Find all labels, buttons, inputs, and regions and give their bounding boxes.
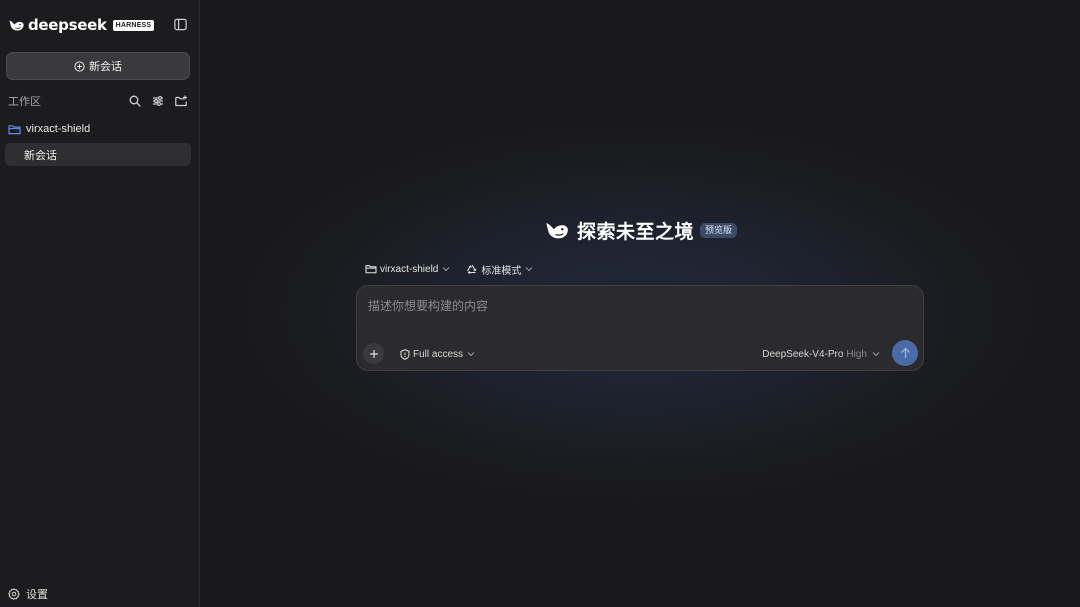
sidebar-item-chat[interactable]: 新会话 <box>5 143 191 166</box>
plus-circle-icon <box>74 60 85 72</box>
sidebar-item-project[interactable]: virxact-shield <box>8 120 90 138</box>
model-selector[interactable]: DeepSeek-V4-Pro High <box>762 347 880 361</box>
brand-badge: HARNESS <box>112 19 155 31</box>
project-name: virxact-shield <box>26 123 91 135</box>
recycle-mode-icon <box>467 264 477 274</box>
context-selector-row: virxact-shield 标准模式 <box>365 261 549 277</box>
workspace-header: 工作区 <box>8 92 188 110</box>
main-area: 探索未至之境 预览版 virxact-shield 标准模式 描述你想要构建的内… <box>201 0 1080 607</box>
hero-heading: 探索未至之境 预览版 <box>544 217 738 243</box>
gear-icon <box>8 588 20 600</box>
access-level-selector[interactable]: Full access <box>400 347 475 361</box>
settings-label: 设置 <box>26 589 48 601</box>
chat-item-label: 新会话 <box>24 149 57 162</box>
search-icon[interactable] <box>128 94 142 108</box>
preview-badge: 预览版 <box>700 222 738 238</box>
model-effort: High <box>846 348 867 360</box>
attach-button[interactable] <box>363 343 384 364</box>
settings-button[interactable]: 设置 <box>8 585 48 603</box>
whale-logo-icon <box>9 20 24 31</box>
plus-icon <box>369 349 378 358</box>
sidebar: deepseek HARNESS 新会话 工作区 virxact-shield … <box>0 0 200 607</box>
send-button[interactable] <box>892 340 918 366</box>
chevron-down-icon <box>525 267 533 272</box>
new-chat-button[interactable]: 新会话 <box>6 52 190 80</box>
chevron-down-icon <box>442 267 450 272</box>
chevron-down-icon <box>872 352 880 357</box>
brand-logo: deepseek HARNESS <box>8 14 155 36</box>
access-level-label: Full access <box>413 348 464 360</box>
mode-selector[interactable]: 标准模式 <box>466 262 533 277</box>
filter-settings-icon[interactable] <box>151 94 165 108</box>
project-selector-label: virxact-shield <box>380 263 439 275</box>
whale-logo-icon <box>546 223 568 239</box>
arrow-up-icon <box>900 347 910 358</box>
folder-icon <box>8 124 21 134</box>
folder-icon <box>365 265 377 274</box>
mode-selector-label: 标准模式 <box>481 265 522 277</box>
shield-icon <box>400 348 410 360</box>
brand-name: deepseek <box>28 16 107 34</box>
prompt-input[interactable] <box>368 296 908 316</box>
new-folder-icon[interactable] <box>174 94 188 108</box>
project-selector[interactable]: virxact-shield <box>365 264 450 275</box>
composer: Full access DeepSeek-V4-Pro High <box>356 285 924 371</box>
workspace-label: 工作区 <box>8 96 41 108</box>
chevron-down-icon <box>467 352 475 357</box>
sidebar-toggle-icon[interactable] <box>173 17 188 32</box>
new-chat-label: 新会话 <box>89 61 122 73</box>
hero-title: 探索未至之境 <box>577 221 695 243</box>
model-name: DeepSeek-V4-Pro <box>762 348 844 360</box>
